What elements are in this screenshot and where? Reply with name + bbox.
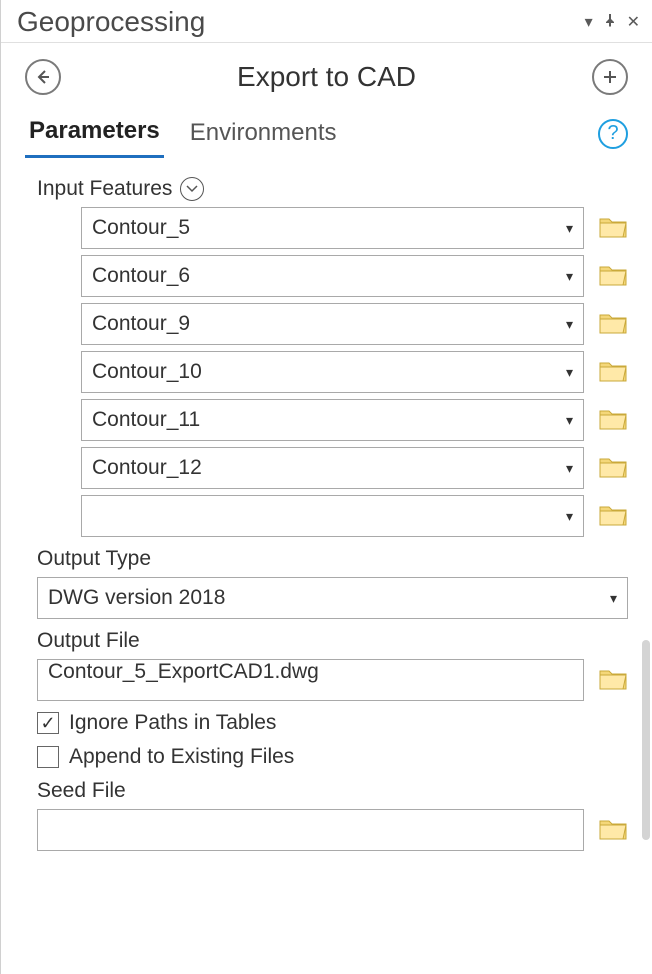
browse-feature-button[interactable]: [598, 405, 632, 435]
caret-down-icon: ▾: [566, 316, 573, 333]
ignore-paths-label: Ignore Paths in Tables: [69, 711, 276, 735]
tool-header: Export to CAD: [1, 43, 652, 105]
help-button[interactable]: ?: [598, 119, 628, 149]
input-feature-row: Contour_12 ▾: [37, 447, 632, 489]
append-existing-checkbox[interactable]: [37, 746, 59, 768]
caret-down-icon: ▾: [610, 590, 617, 607]
browse-feature-button[interactable]: [598, 501, 632, 531]
add-button[interactable]: [592, 59, 628, 95]
input-features-list: Contour_5▾Contour_6▾Contour_9▾Contour_10…: [37, 207, 632, 537]
input-features-label-row: Input Features: [37, 177, 632, 201]
input-feature-dropdown[interactable]: Contour_9 ▾: [81, 303, 584, 345]
seed-file-label: Seed File: [37, 779, 126, 803]
scrollbar-handle[interactable]: [642, 640, 650, 840]
tab-parameters[interactable]: Parameters: [25, 109, 164, 158]
input-feature-dropdown[interactable]: Contour_12 ▾: [81, 447, 584, 489]
chevron-down-icon[interactable]: [180, 177, 204, 201]
browse-feature-button[interactable]: [598, 309, 632, 339]
tab-environments[interactable]: Environments: [186, 111, 341, 157]
browse-feature-button[interactable]: [598, 213, 632, 243]
append-existing-row: Append to Existing Files: [37, 745, 632, 769]
input-feature-dropdown[interactable]: Contour_11 ▾: [81, 399, 584, 441]
seed-file-input[interactable]: [37, 809, 584, 851]
parameters-form: Input Features Contour_5▾Contour_6▾Conto…: [1, 159, 652, 974]
browse-feature-button[interactable]: [598, 453, 632, 483]
caret-down-icon: ▾: [566, 460, 573, 477]
back-button[interactable]: [25, 59, 61, 95]
input-feature-value: Contour_6: [92, 264, 190, 288]
input-feature-value: Contour_9: [92, 312, 190, 336]
output-type-value: DWG version 2018: [48, 586, 225, 610]
tabs: Parameters Environments ?: [1, 105, 652, 159]
browse-seed-file-button[interactable]: [598, 815, 632, 845]
caret-down-icon: ▾: [566, 508, 573, 525]
input-feature-value: Contour_10: [92, 360, 202, 384]
pane-header: Geoprocessing ▾ ✕: [1, 0, 652, 43]
input-feature-value: Contour_12: [92, 456, 202, 480]
input-feature-dropdown[interactable]: Contour_5 ▾: [81, 207, 584, 249]
caret-down-icon: ▾: [566, 268, 573, 285]
input-feature-row: Contour_6 ▾: [37, 255, 632, 297]
output-file-input[interactable]: Contour_5_ExportCAD1.dwg: [37, 659, 584, 701]
pane-controls: ▾ ✕: [585, 12, 640, 32]
input-feature-dropdown[interactable]: Contour_10 ▾: [81, 351, 584, 393]
input-feature-row: Contour_10 ▾: [37, 351, 632, 393]
output-type-label: Output Type: [37, 547, 151, 571]
menu-dropdown-icon[interactable]: ▾: [585, 12, 593, 32]
geoprocessing-pane: Geoprocessing ▾ ✕ Export to CAD Paramete…: [0, 0, 652, 974]
browse-output-file-button[interactable]: [598, 665, 632, 695]
input-features-label: Input Features: [37, 177, 172, 201]
output-type-dropdown[interactable]: DWG version 2018 ▾: [37, 577, 628, 619]
browse-feature-button[interactable]: [598, 357, 632, 387]
pin-icon[interactable]: [603, 13, 617, 32]
caret-down-icon: ▾: [566, 364, 573, 381]
input-feature-dropdown[interactable]: Contour_6 ▾: [81, 255, 584, 297]
input-feature-value: Contour_11: [92, 408, 200, 432]
pane-title: Geoprocessing: [17, 6, 205, 38]
ignore-paths-checkbox[interactable]: [37, 712, 59, 734]
tool-title: Export to CAD: [61, 61, 592, 93]
close-icon[interactable]: ✕: [627, 12, 640, 32]
input-feature-row: Contour_9 ▾: [37, 303, 632, 345]
input-feature-row: Contour_5 ▾: [37, 207, 632, 249]
output-file-section: Output File Contour_5_ExportCAD1.dwg: [37, 629, 632, 701]
input-feature-row: ▾: [37, 495, 632, 537]
input-feature-row: Contour_11 ▾: [37, 399, 632, 441]
caret-down-icon: ▾: [566, 412, 573, 429]
output-type-section: Output Type DWG version 2018 ▾: [37, 547, 632, 619]
append-existing-label: Append to Existing Files: [69, 745, 294, 769]
output-file-label: Output File: [37, 629, 140, 653]
browse-feature-button[interactable]: [598, 261, 632, 291]
input-feature-value: Contour_5: [92, 216, 190, 240]
caret-down-icon: ▾: [566, 220, 573, 237]
ignore-paths-row: Ignore Paths in Tables: [37, 711, 632, 735]
input-feature-dropdown[interactable]: ▾: [81, 495, 584, 537]
seed-file-section: Seed File: [37, 779, 632, 851]
